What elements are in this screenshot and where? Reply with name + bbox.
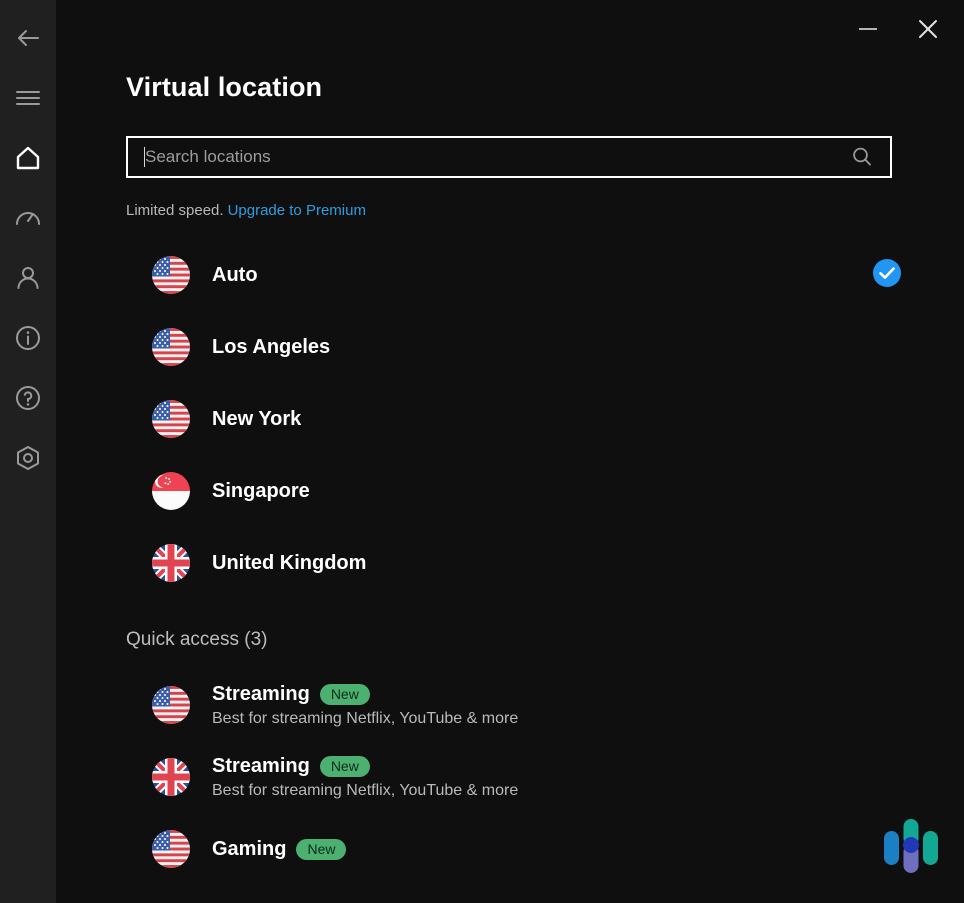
search-box[interactable] (126, 136, 892, 178)
quick-access-name: Gaming (212, 837, 287, 860)
back-arrow-icon (13, 23, 43, 53)
limited-speed-text: Limited speed. (126, 202, 224, 219)
person-icon (13, 263, 43, 293)
page-content: Virtual location Limited speed.Upgrade t… (56, 72, 964, 885)
location-name: Auto (212, 263, 258, 286)
flag-us-icon (152, 256, 190, 294)
new-badge: New (319, 755, 370, 777)
info-circle-icon (13, 323, 43, 353)
selected-check-icon (872, 258, 902, 293)
search-input[interactable] (145, 138, 850, 176)
upgrade-to-premium-link[interactable]: Upgrade to Premium (228, 202, 366, 219)
new-badge: New (319, 683, 370, 705)
location-row[interactable]: New York (126, 383, 916, 455)
settings-hex-icon (13, 443, 43, 473)
quick-access-subtitle: Best for streaming Netflix, YouTube & mo… (212, 709, 519, 727)
quick-access-text: Streaming New Best for streaming Netflix, … (212, 683, 518, 728)
sidebar-item-menu[interactable] (0, 68, 56, 128)
flag-us-icon (152, 686, 190, 724)
quick-access-heading: Gaming New (212, 837, 347, 861)
sidebar-item-help[interactable] (0, 368, 56, 428)
quick-access-heading: Streaming New (212, 755, 518, 778)
quick-access-row[interactable]: Streaming New Best for streaming Netflix, … (126, 741, 916, 813)
flag-us-icon (152, 400, 190, 438)
quick-access-heading: Streaming New (212, 683, 518, 706)
quick-access-row[interactable]: Gaming New (126, 813, 916, 885)
flag-us-icon (152, 830, 190, 868)
locations-list: Auto Los Angeles New York Singapore United K… (126, 239, 964, 599)
location-name: New York (212, 407, 302, 430)
quick-access-text: Streaming New Best for streaming Netflix, … (212, 755, 518, 800)
hamburger-menu-icon (13, 83, 43, 113)
quick-access-row[interactable]: Streaming New Best for streaming Netflix, … (126, 669, 916, 741)
limited-speed-notice: Limited speed. Upgrade to Premium (126, 202, 964, 219)
app-brand-logo (876, 811, 946, 881)
app-window: Virtual location Limited speed.Upgrade t… (0, 0, 964, 903)
search-icon[interactable] (850, 145, 874, 169)
sidebar-item-back[interactable] (0, 8, 56, 68)
quick-access-name: Streaming (212, 754, 310, 777)
location-row[interactable]: Singapore (126, 455, 916, 527)
main-panel: Virtual location Limited speed.Upgrade t… (56, 0, 964, 903)
sidebar-item-speed[interactable] (0, 188, 56, 248)
quick-access-title: Quick access (3) (126, 629, 268, 650)
location-row[interactable]: Auto (126, 239, 916, 311)
left-sidebar (0, 0, 56, 903)
flag-us-icon (152, 328, 190, 366)
question-circle-icon (13, 383, 43, 413)
location-name: Singapore (212, 479, 310, 502)
home-icon (13, 143, 43, 173)
location-name: United Kingdom (212, 551, 367, 574)
minimize-button[interactable] (846, 14, 890, 44)
location-row[interactable]: United Kingdom (126, 527, 916, 599)
close-button[interactable] (906, 14, 950, 44)
quick-access-subtitle: Best for streaming Netflix, YouTube & mo… (212, 781, 519, 799)
window-controls (784, 0, 964, 52)
page-title: Virtual location (126, 72, 323, 102)
sidebar-item-settings[interactable] (0, 428, 56, 488)
new-badge: New (296, 838, 347, 860)
sidebar-item-home[interactable] (0, 128, 56, 188)
minimize-icon (855, 21, 881, 37)
quick-access-text: Gaming New (212, 837, 347, 861)
quick-access-list: Streaming New Best for streaming Netflix, … (126, 669, 964, 885)
flag-gb-icon (152, 544, 190, 582)
close-icon (915, 16, 941, 42)
flag-sg-icon (152, 472, 190, 510)
location-row[interactable]: Los Angeles (126, 311, 916, 383)
sidebar-item-info[interactable] (0, 308, 56, 368)
flag-gb-icon (152, 758, 190, 796)
speedometer-icon (13, 203, 43, 233)
sidebar-item-account[interactable] (0, 248, 56, 308)
quick-access-name: Streaming (212, 682, 310, 705)
location-name: Los Angeles (212, 335, 331, 358)
